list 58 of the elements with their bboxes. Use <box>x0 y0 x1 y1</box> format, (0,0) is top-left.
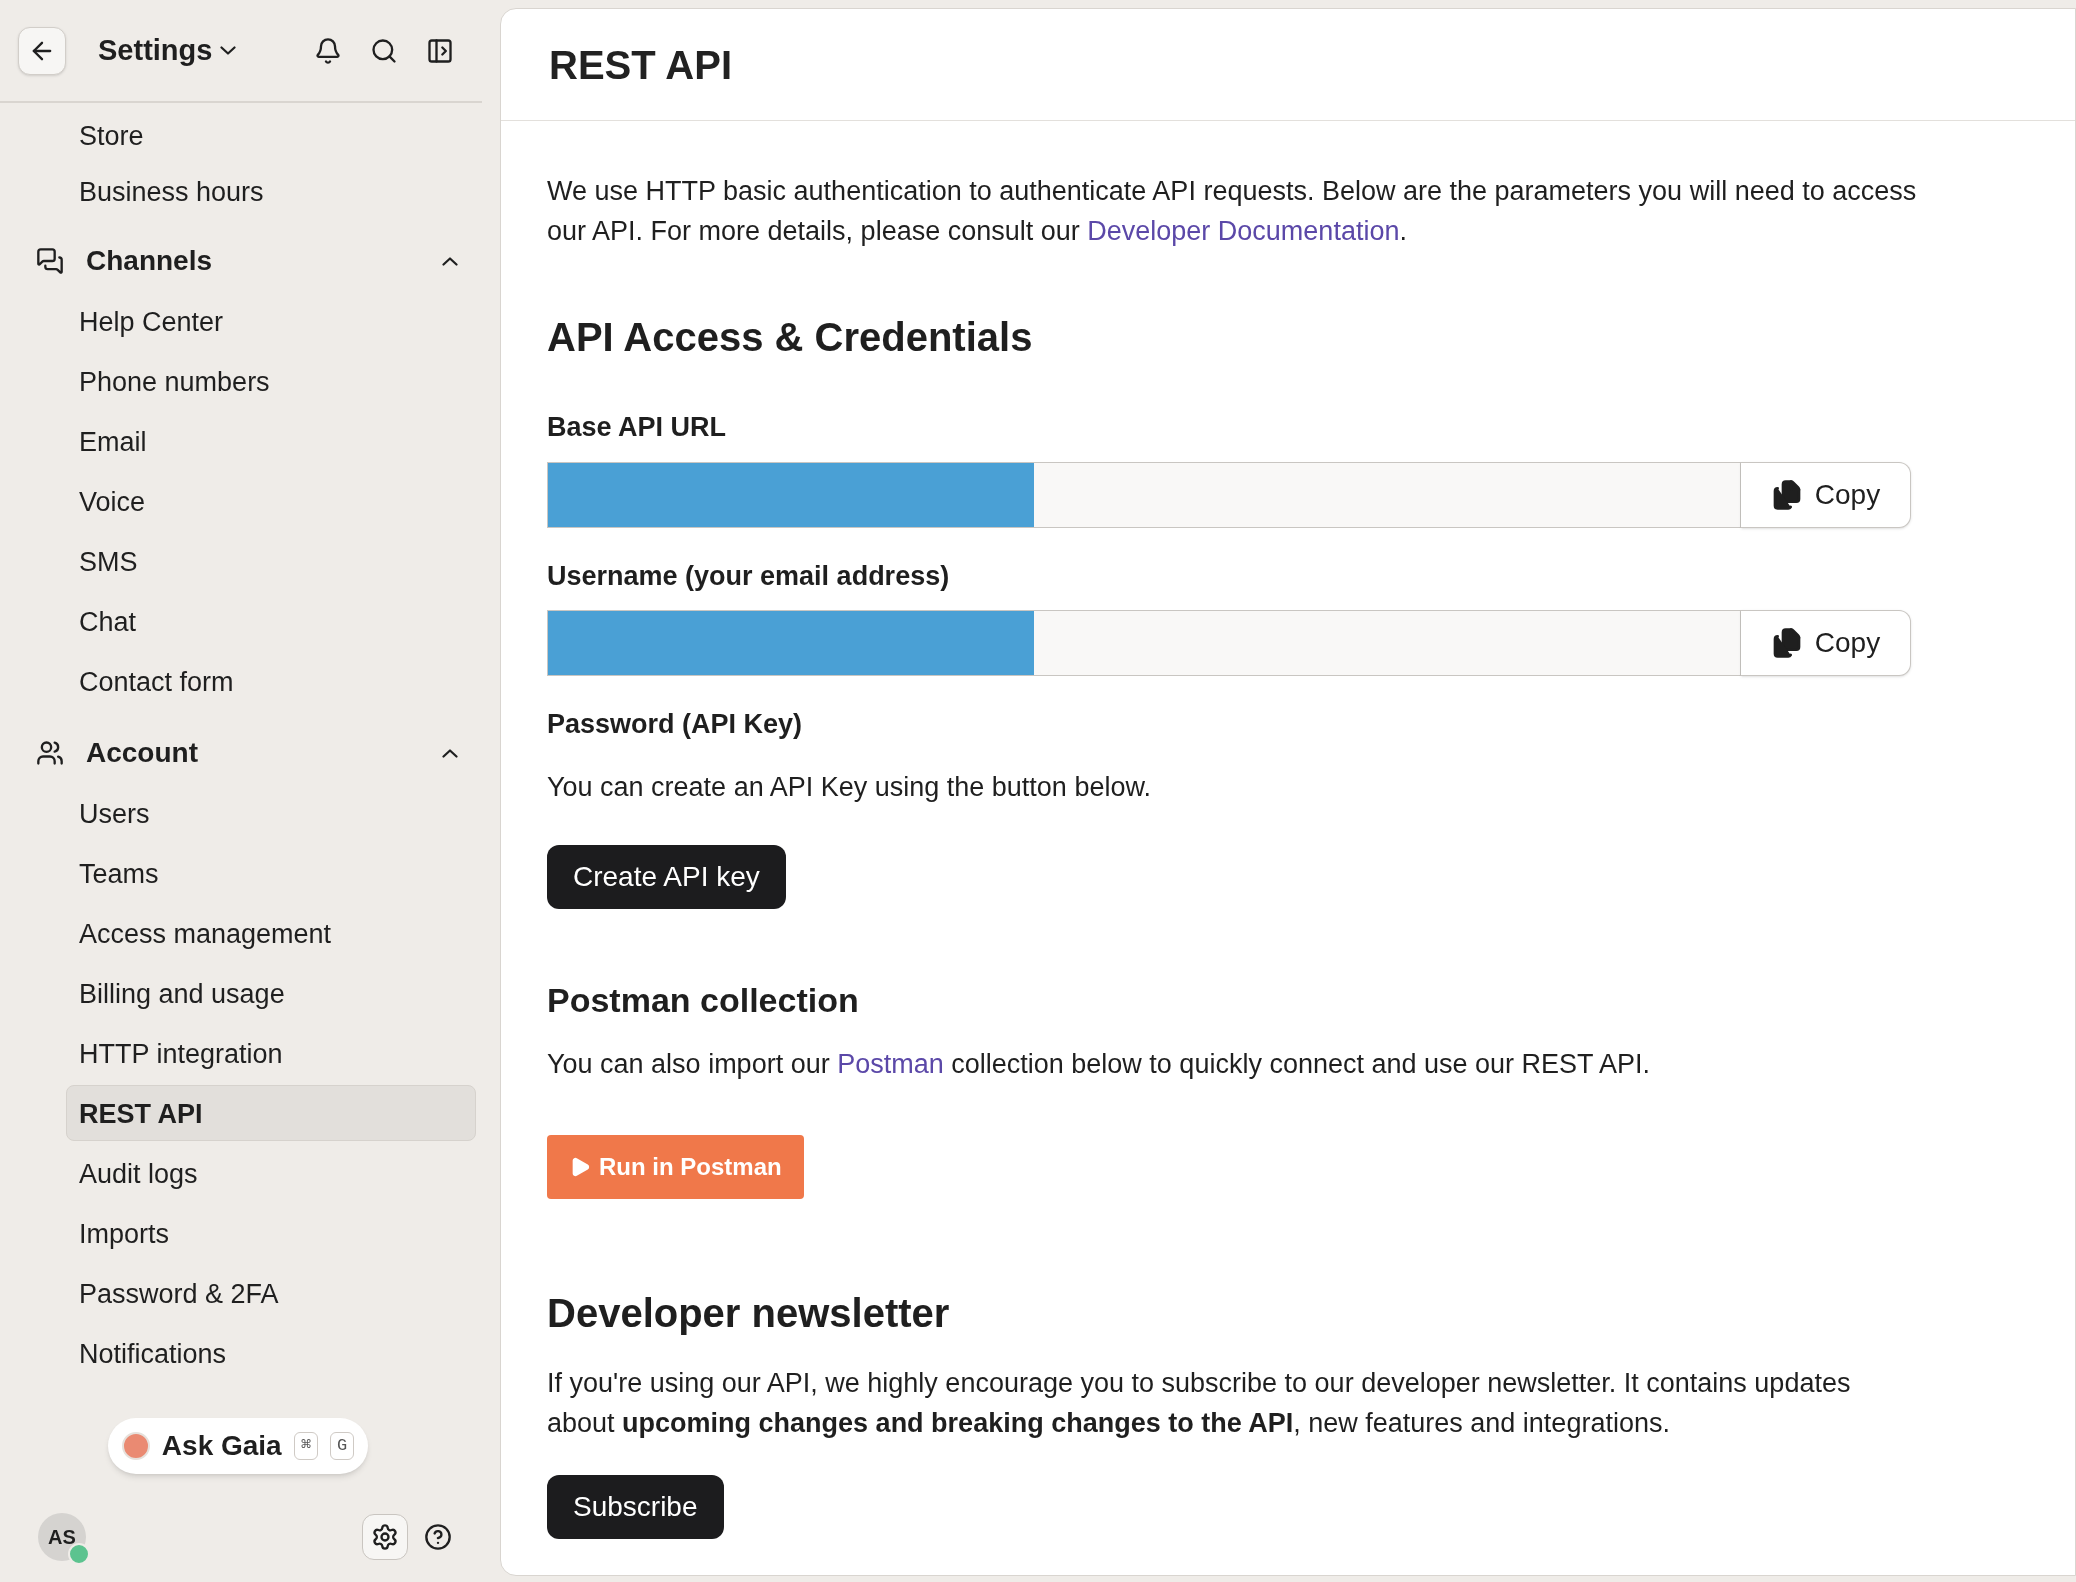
field-label: Base API URL <box>547 411 728 444</box>
keyboard-key: ⌘ <box>293 1432 318 1460</box>
section-heading: API Access & Credentials <box>547 314 1034 361</box>
chat-bubbles-icon <box>36 247 64 275</box>
subscribe-button[interactable]: Subscribe <box>547 1474 724 1539</box>
sidebar-item[interactable]: Voice <box>66 473 476 529</box>
settings-dropdown[interactable]: Settings <box>98 28 237 73</box>
sidebar-item[interactable]: Chat <box>66 593 476 649</box>
sidebar-item[interactable]: Teams <box>66 845 476 901</box>
sidebar-item[interactable]: Password & 2FA <box>66 1265 476 1321</box>
input-field[interactable] <box>547 461 1741 528</box>
sidebar-item[interactable]: Notifications <box>66 1325 476 1381</box>
back-button[interactable] <box>18 26 66 75</box>
sidebar-item[interactable]: Phone numbers <box>66 353 476 409</box>
sidebar-item[interactable]: Access management <box>66 905 476 961</box>
sidebar-section-header[interactable]: Channels <box>0 231 500 291</box>
sidebar-section-header[interactable]: Account <box>0 723 500 783</box>
copy-button[interactable]: Copy <box>1741 610 1911 676</box>
page-title: REST API <box>549 41 732 89</box>
field-label: Password (API Key) <box>547 708 804 741</box>
chevron-up-icon <box>442 256 458 266</box>
sidebar-item[interactable]: Billing and usage <box>66 965 476 1021</box>
postman-paragraph: You can also import our Postman collection below to quickly connect and use our REST API. <box>547 1048 1652 1081</box>
chevron-up-icon <box>442 748 458 758</box>
sidebar-item[interactable]: SMS <box>66 533 476 589</box>
settings-icon <box>371 1523 399 1551</box>
section-heading: Developer newsletter <box>547 1289 951 1337</box>
sidebar-item[interactable]: Users <box>66 785 476 841</box>
sidebar-item[interactable]: Contact form <box>66 653 476 709</box>
input-field[interactable] <box>547 610 1741 676</box>
help-text: You can create an API Key using the button below. <box>547 770 1152 804</box>
field-label: Username (your email address) <box>547 559 951 593</box>
newsletter-paragraph: If you're using our API, we highly encourage you to subscribe to our developer newsletter. It contains updates about upcoming changes and breaking changes to the API, new features and integrations. <box>547 1366 1852 1440</box>
chevron-down-icon <box>220 46 237 55</box>
sidebar-item[interactable]: Email <box>66 413 476 469</box>
sidebar-item[interactable]: Store <box>66 107 476 163</box>
search-icon[interactable] <box>370 36 398 65</box>
sidebar-item[interactable]: Audit logs <box>66 1145 476 1201</box>
panel-toggle-icon[interactable] <box>426 36 454 65</box>
settings-button[interactable] <box>362 1514 408 1560</box>
copy-button[interactable]: Copy <box>1741 461 1911 528</box>
user-avatar[interactable]: AS <box>38 1513 86 1561</box>
sidebar-item[interactable]: Imports <box>66 1205 476 1261</box>
sidebar-item[interactable]: HTTP integration <box>66 1025 476 1081</box>
help-icon[interactable] <box>424 1523 452 1551</box>
keyboard-key: G <box>329 1432 355 1460</box>
section-heading: Postman collection <box>547 980 860 1021</box>
assistant-logo-icon <box>121 1432 150 1460</box>
sidebar-item[interactable]: REST API <box>66 1085 476 1141</box>
people-icon <box>36 739 64 767</box>
create-api-key-button[interactable]: Create API key <box>547 845 786 909</box>
notification-bell-icon[interactable] <box>314 36 342 65</box>
documentation-link[interactable]: Developer Documentation <box>1087 216 1400 246</box>
intro-paragraph: We use HTTP basic authentication to authenticate API requests. Below are the parameters you will need to access our API. For more details, please consult our Developer Documentation. <box>547 175 1917 248</box>
sidebar-item[interactable]: Business hours <box>66 163 476 219</box>
postman-link[interactable]: Postman <box>837 1049 944 1079</box>
ask-assistant-button[interactable]: Ask Gaia ⌘ G <box>107 1418 369 1474</box>
sidebar-item[interactable]: Help Center <box>66 293 476 349</box>
